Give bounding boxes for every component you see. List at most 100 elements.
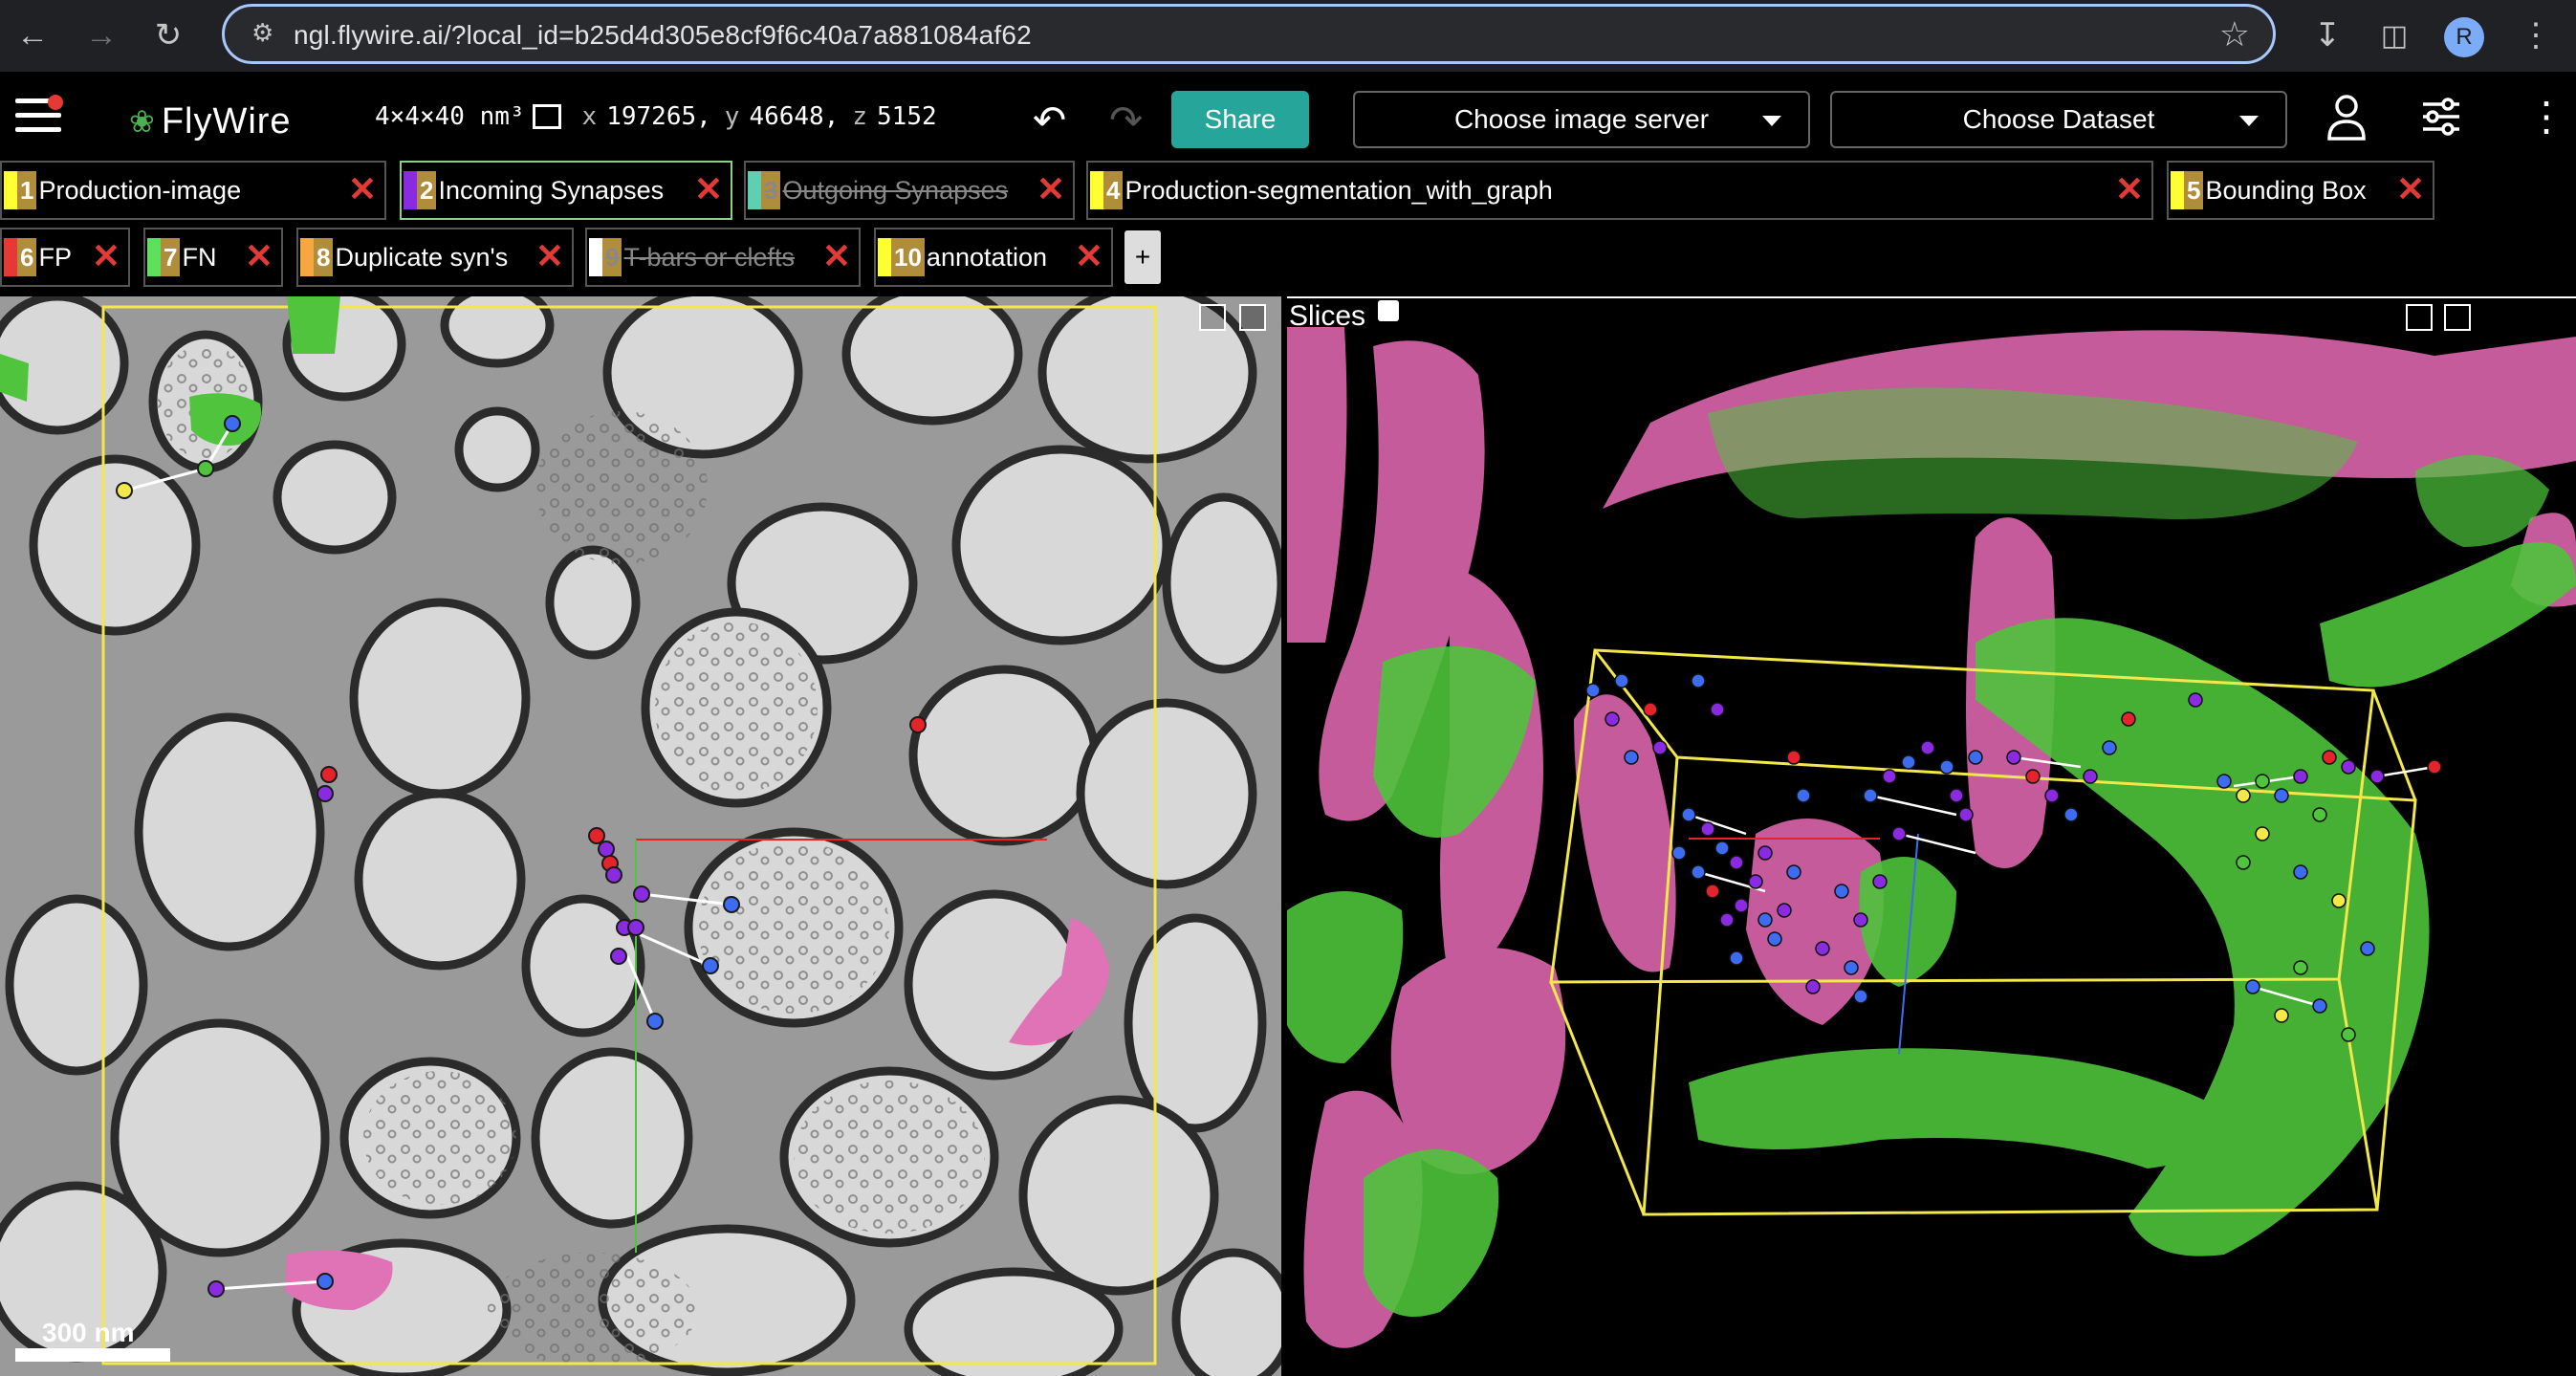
site-settings-icon[interactable]: ⚙ [251, 18, 284, 51]
close-icon[interactable]: ✕ [348, 172, 377, 207]
layer-name: Bounding Box [2205, 175, 2367, 205]
layer-color-swatch [1090, 171, 1103, 209]
layer-color-swatch [404, 171, 417, 209]
layer-name: T-bars or clefts [623, 242, 796, 272]
undo-icon[interactable]: ↶ [1033, 97, 1066, 143]
layer-name: Outgoing Synapses [782, 175, 1009, 205]
logo-text: FlyWire [161, 100, 292, 142]
layer-chip-outgoing-synapses[interactable]: 3 Outgoing Synapses ✕ [744, 161, 1075, 220]
layer-color-swatch [748, 171, 761, 209]
x-label: x [581, 102, 598, 131]
dataset-label: Choose Dataset [1962, 104, 2155, 134]
panel-layout-icon[interactable] [2444, 304, 2471, 331]
layer-name: Production-segmentation_with_graph [1124, 175, 1553, 205]
share-button[interactable]: Share [1171, 91, 1309, 148]
x-coordinate[interactable]: 197265, [606, 102, 711, 131]
user-icon[interactable] [2325, 91, 2368, 152]
layer-chip-production-image[interactable]: 1 Production-image ✕ [0, 161, 386, 220]
close-icon[interactable]: ✕ [694, 172, 723, 207]
close-icon[interactable]: ✕ [2396, 172, 2425, 207]
y-coordinate[interactable]: 46648, [749, 102, 839, 131]
fly-icon: ❀ [129, 104, 156, 139]
layer-chip-fn[interactable]: 7 FN ✕ [143, 228, 283, 287]
add-layer-button[interactable]: + [1124, 230, 1161, 284]
choose-image-server-select[interactable]: Choose image server [1353, 91, 1810, 148]
close-icon[interactable]: ✕ [1075, 239, 1103, 273]
add-layer-label: + [1134, 242, 1151, 272]
3d-mesh-view[interactable] [1287, 296, 2576, 1376]
close-icon[interactable]: ✕ [245, 239, 273, 273]
maximize-panel-icon[interactable] [1199, 304, 1226, 331]
panel-layout-icon[interactable] [1239, 304, 1266, 331]
layer-chip-tbars-or-clefts[interactable]: 9 T-bars or clefts ✕ [585, 228, 861, 287]
chevron-down-icon [1762, 116, 1781, 126]
position-readout: 4×4×40 nm³ x 197265, y 46648, z 5152 [375, 102, 937, 131]
url-text[interactable]: ngl.flywire.ai/?local_id=b25d4d305e8cf9f… [294, 20, 1032, 51]
layer-number: 3 [761, 171, 781, 209]
layer-number: 4 [1103, 171, 1124, 209]
layer-color-swatch [300, 238, 314, 276]
browser-menu-icon[interactable]: ⋮ [2513, 12, 2559, 58]
address-bar[interactable]: ⚙ ngl.flywire.ai/?local_id=b25d4d305e8cf… [222, 4, 2276, 64]
layer-color-swatch [147, 238, 161, 276]
profile-avatar[interactable]: R [2444, 17, 2484, 57]
layer-chip-bounding-box[interactable]: 5 Bounding Box ✕ [2167, 161, 2434, 220]
browser-chrome: ← → ↻ ⚙ ngl.flywire.ai/?local_id=b25d4d3… [0, 0, 2576, 72]
em-slice-canvas[interactable] [0, 296, 1281, 1376]
slices-label: Slices [1289, 300, 1366, 332]
em-slice-view[interactable] [0, 296, 1281, 1376]
3d-mesh-canvas[interactable] [1287, 298, 2576, 1376]
image-server-label: Choose image server [1453, 104, 1710, 134]
layer-chip-fp[interactable]: 6 FP ✕ [0, 228, 130, 287]
layer-chip-annotation[interactable]: 10 annotation ✕ [874, 228, 1113, 287]
layer-chip-incoming-synapses[interactable]: 2 Incoming Synapses ✕ [400, 161, 732, 220]
z-label: z [852, 102, 868, 131]
y-label: y [724, 102, 740, 131]
layer-name: annotation [926, 242, 1048, 272]
scale-bar-label: 300 nm [42, 1318, 135, 1347]
layer-name: Duplicate syn's [335, 242, 509, 272]
layer-number: 7 [161, 238, 181, 276]
download-icon[interactable]: ↧ [2304, 12, 2350, 58]
layer-color-swatch [2171, 171, 2184, 209]
bookmark-star-icon[interactable]: ☆ [2219, 14, 2250, 55]
reload-icon[interactable]: ↻ [145, 12, 191, 58]
maximize-panel-icon[interactable] [2406, 304, 2433, 331]
layer-number: 8 [314, 238, 334, 276]
layer-color-swatch [878, 238, 891, 276]
close-icon[interactable]: ✕ [535, 239, 564, 273]
close-icon[interactable]: ✕ [1037, 172, 1065, 207]
app-toolbar: ❀ FlyWire 4×4×40 nm³ x 197265, y 46648, z5… [0, 72, 2576, 167]
flywire-logo: ❀ FlyWire [129, 100, 292, 142]
layer-chip-duplicate-syns[interactable]: 8 Duplicate syn's ✕ [296, 228, 574, 287]
close-icon[interactable]: ✕ [92, 239, 120, 273]
layer-color-swatch [589, 238, 602, 276]
slices-checkbox[interactable] [1378, 300, 1399, 321]
layer-name: Incoming Synapses [438, 175, 665, 205]
layer-number: 6 [17, 238, 37, 276]
back-icon[interactable]: ← [10, 12, 55, 58]
layer-number: 9 [602, 238, 622, 276]
layer-number: 10 [891, 238, 925, 276]
layer-color-swatch [4, 238, 17, 276]
close-icon[interactable]: ✕ [822, 239, 851, 273]
side-panel-icon[interactable]: ◫ [2371, 12, 2417, 58]
layer-chip-production-segmentation[interactable]: 4 Production-segmentation_with_graph ✕ [1086, 161, 2153, 220]
profile-initial: R [2456, 24, 2473, 50]
forward-icon[interactable]: → [78, 12, 124, 58]
layer-name: FP [38, 242, 72, 272]
layer-color-swatch [4, 171, 17, 209]
more-menu-icon[interactable]: ⋮ [2526, 93, 2566, 140]
voxel-resolution: 4×4×40 nm³ [375, 102, 525, 131]
copy-position-icon[interactable] [532, 104, 561, 129]
settings-sliders-icon[interactable] [2419, 95, 2463, 148]
layer-number: 2 [417, 171, 437, 209]
choose-dataset-select[interactable]: Choose Dataset [1830, 91, 2287, 148]
share-label: Share [1204, 104, 1277, 134]
layer-number: 1 [17, 171, 37, 209]
close-icon[interactable]: ✕ [2115, 172, 2144, 207]
redo-icon[interactable]: ↷ [1109, 97, 1143, 143]
layer-number: 5 [2184, 171, 2204, 209]
z-coordinate[interactable]: 5152 [877, 102, 937, 131]
layer-name: Production-image [38, 175, 242, 205]
